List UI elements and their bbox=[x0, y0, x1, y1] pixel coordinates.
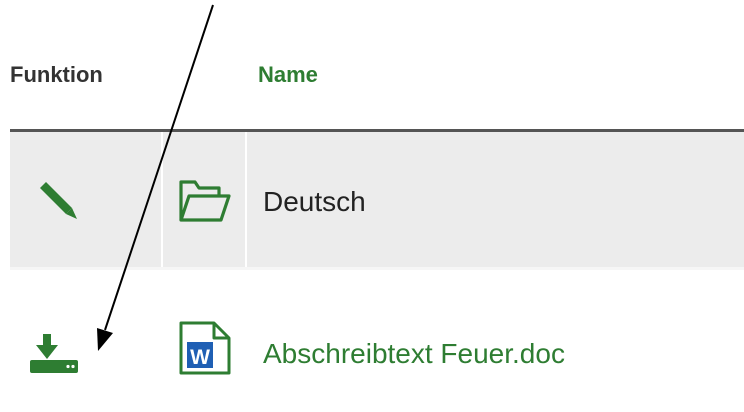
column-header-funktion: Funktion bbox=[10, 62, 103, 87]
column-header-name[interactable]: Name bbox=[258, 62, 318, 88]
word-document-icon: W bbox=[179, 321, 231, 375]
file-name-link[interactable]: Abschreibtext Feuer.doc bbox=[263, 338, 565, 370]
folder-icon bbox=[179, 180, 231, 222]
folder-name[interactable]: Deutsch bbox=[263, 186, 366, 218]
pencil-icon[interactable] bbox=[34, 180, 80, 226]
column-divider bbox=[245, 132, 247, 267]
download-icon[interactable] bbox=[30, 334, 82, 374]
row-divider bbox=[10, 267, 744, 270]
table-row-folder[interactable] bbox=[10, 132, 744, 267]
svg-text:W: W bbox=[190, 346, 210, 369]
column-divider bbox=[161, 132, 163, 267]
